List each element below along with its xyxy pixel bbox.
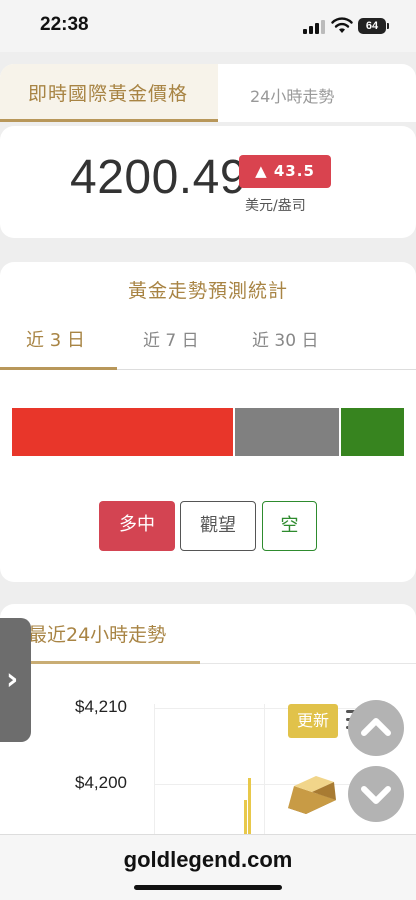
tab-24h-trend[interactable]: 24小時走勢 [250,83,334,107]
forecast-card: 黃金走勢預測統計 近 3 日 近 7 日 近 30 日 多中 觀望 空 [0,262,416,582]
tab-live-gold-price[interactable]: 即時國際黃金價格 [0,64,218,122]
tab-live-gold-price-label: 即時國際黃金價格 [28,83,189,105]
browser-address-bar[interactable]: goldlegend.com [0,834,416,900]
site-domain: goldlegend.com [123,847,293,872]
wifi-icon [331,17,353,33]
scroll-up-button[interactable] [348,700,404,756]
trend-header: 最近24小時走勢 [0,604,416,664]
forecast-title: 黃金走勢預測統計 [127,280,288,302]
price-card: 4200.49 [0,126,416,238]
y-tick-label: $4,200 [75,773,127,792]
trend-title: 最近24小時走勢 [28,624,167,646]
watch-button[interactable]: 觀望 [180,501,256,551]
gold-price-value: 4200.49 [70,151,248,204]
chevron-right-icon: › [6,662,19,697]
forecast-period-tabs: 近 3 日 近 7 日 近 30 日 [0,322,416,370]
status-bar: 22:38 64 [0,0,416,52]
tab-30-days[interactable]: 近 30 日 [252,326,318,351]
chevron-down-icon [361,786,391,804]
bar-segment-watch [235,408,342,456]
side-drawer-toggle[interactable]: › [0,618,31,742]
y-tick-label: $4,210 [75,697,127,716]
scroll-down-button[interactable] [348,766,404,822]
price-line-segment [244,800,247,834]
gold-bar-icon [288,776,336,814]
cellular-signal-icon [303,20,325,34]
active-tab-underline [0,367,117,370]
price-card-tabs: 即時國際黃金價格 24小時走勢 [0,64,416,122]
grid-line [154,704,155,844]
forecast-distribution-bar [12,408,404,456]
short-button[interactable]: 空 [262,501,317,551]
refresh-button[interactable]: 更新 [288,704,338,738]
home-indicator [134,885,282,890]
chevron-up-icon [361,718,391,736]
tab-7-days[interactable]: 近 7 日 [143,326,199,351]
bar-segment-long [12,408,236,456]
price-line-segment [248,778,251,834]
tab-3-days[interactable]: 近 3 日 [26,326,85,352]
price-change-badge: ▲ 43.5 [239,155,331,188]
bar-segment-short [341,408,404,456]
status-time: 22:38 [40,14,89,35]
grid-line [264,704,265,844]
long-button[interactable]: 多中 [99,501,175,551]
price-unit-label: 美元/盎司 [245,198,306,214]
battery-icon: 64 [358,18,389,34]
